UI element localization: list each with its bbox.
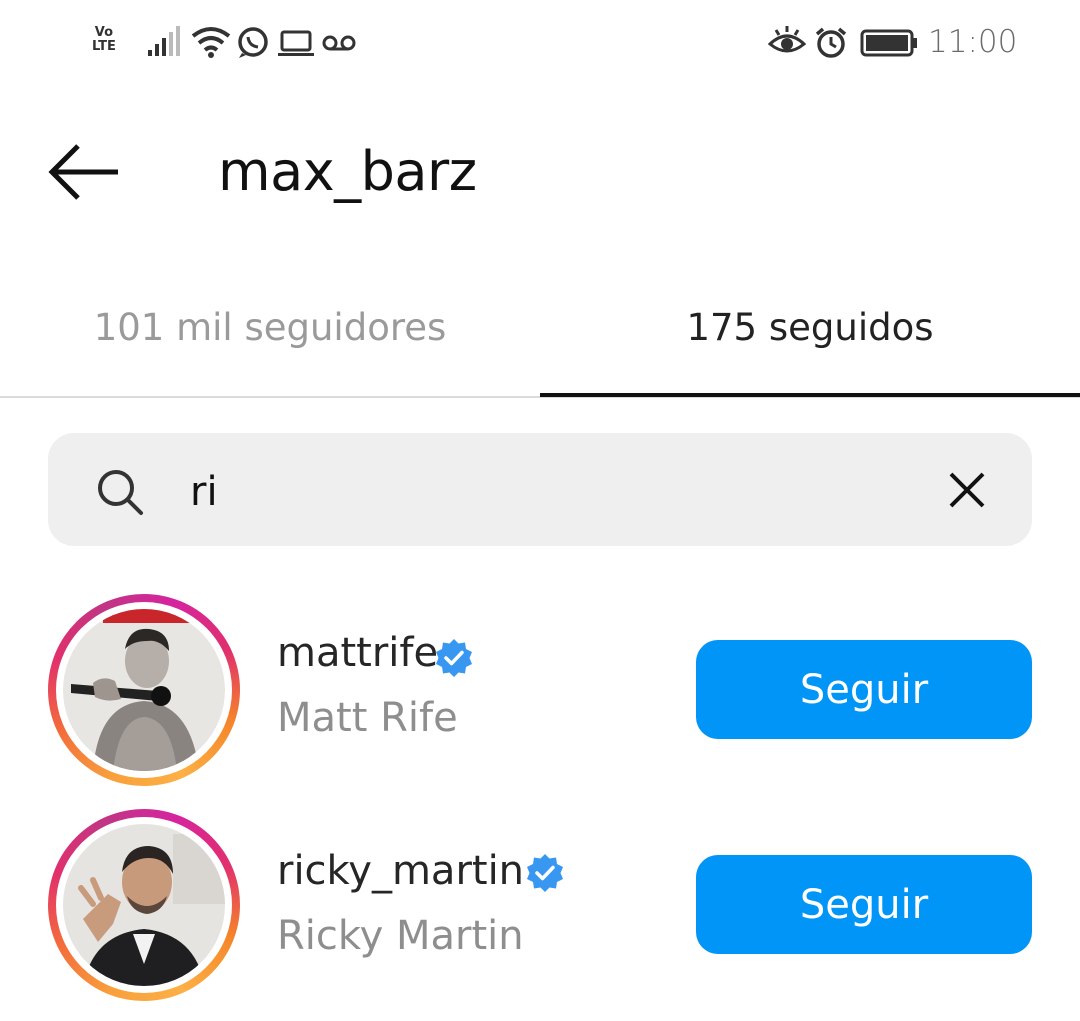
- username[interactable]: mattrife: [277, 630, 438, 676]
- avatar: [63, 824, 225, 986]
- back-arrow-icon[interactable]: [48, 140, 122, 204]
- page-title: max_barz: [218, 140, 477, 203]
- signal-icon: [148, 26, 180, 56]
- verified-badge-icon: [436, 639, 472, 677]
- full-name: Ricky Martin: [277, 913, 524, 959]
- alarm-icon: [815, 27, 847, 58]
- tab-following-label: 175 seguidos: [686, 306, 934, 349]
- avatar-image: [63, 824, 225, 986]
- tab-following[interactable]: 175 seguidos: [540, 302, 1080, 398]
- active-tab-indicator: [540, 393, 1080, 397]
- search-input[interactable]: [190, 462, 890, 522]
- username[interactable]: ricky_martin: [277, 848, 524, 894]
- wifi-icon: [191, 27, 231, 58]
- eye-comfort-icon: [768, 26, 806, 53]
- avatar-story-ring[interactable]: [48, 809, 240, 1001]
- voicemail-icon: [322, 35, 356, 51]
- avatar: [63, 609, 225, 771]
- avatar-story-ring[interactable]: [48, 594, 240, 786]
- battery-icon: [860, 29, 917, 57]
- whatsapp-icon: [238, 27, 268, 58]
- search-icon: [98, 470, 143, 515]
- close-icon[interactable]: [945, 468, 989, 512]
- network-type-label: Vo LTE: [92, 25, 116, 54]
- tab-followers-label: 101 mil seguidores: [93, 306, 447, 349]
- full-name: Matt Rife: [277, 695, 458, 741]
- follow-button[interactable]: Seguir: [696, 640, 1032, 739]
- list-item[interactable]: mattrife Matt Rife Seguir: [0, 590, 1080, 790]
- clock: 11:00: [928, 24, 1018, 60]
- tab-followers[interactable]: 101 mil seguidores: [0, 302, 540, 398]
- follow-button[interactable]: Seguir: [696, 855, 1032, 954]
- list-item[interactable]: ricky_martin Ricky Martin Seguir: [0, 805, 1080, 1005]
- avatar-image: [63, 609, 225, 771]
- laptop-icon: [278, 30, 314, 56]
- verified-badge-icon: [527, 854, 563, 892]
- status-bar: Vo LTE 11:00: [0, 0, 1080, 90]
